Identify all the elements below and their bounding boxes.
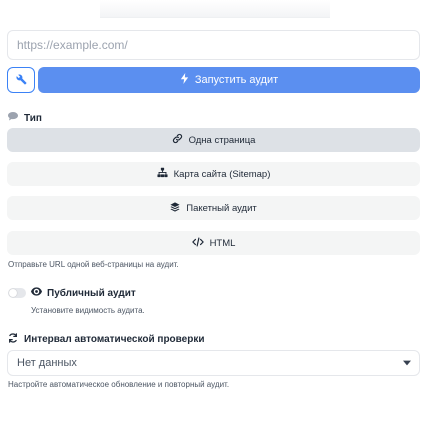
run-audit-label: Запустить аудит	[194, 74, 279, 86]
interval-label: Интервал автоматической проверки	[8, 333, 205, 346]
type-option-single-page[interactable]: Одна страница	[7, 128, 420, 152]
public-audit-hint: Установите видимость аудита.	[31, 306, 145, 315]
public-audit-toggle[interactable]	[8, 288, 26, 298]
type-option-batch[interactable]: Пакетный аудит	[7, 196, 420, 220]
type-option-label: HTML	[209, 237, 236, 249]
type-option-label: Карта сайта (Sitemap)	[173, 168, 271, 180]
type-option-label: Одна страница	[188, 134, 256, 146]
type-hint: Отправьте URL одной веб-страницы на ауди…	[8, 260, 179, 269]
wrench-icon	[15, 73, 27, 88]
comment-icon	[8, 112, 18, 124]
toggle-knob	[9, 289, 17, 297]
interval-select[interactable]: Нет данных	[7, 350, 420, 376]
type-label-text: Тип	[24, 112, 42, 124]
run-audit-button[interactable]: Запустить аудит	[38, 67, 420, 93]
type-section-label: Тип	[8, 112, 42, 124]
interval-hint: Настройте автоматическое обновление и по…	[8, 380, 230, 389]
interval-label-text: Интервал автоматической проверки	[24, 334, 205, 345]
top-fade	[100, 0, 330, 18]
url-input[interactable]	[7, 30, 420, 60]
bolt-icon	[180, 73, 189, 87]
type-option-sitemap[interactable]: Карта сайта (Sitemap)	[7, 162, 420, 186]
code-icon	[191, 237, 204, 250]
caret-down-icon	[403, 357, 411, 369]
link-icon	[172, 133, 183, 147]
public-audit-label-text: Публичный аудит	[47, 287, 136, 299]
sitemap-icon	[157, 167, 168, 181]
settings-tool-button[interactable]	[7, 67, 35, 93]
interval-select-value: Нет данных	[17, 357, 77, 369]
eye-icon	[31, 287, 42, 299]
layers-icon	[170, 201, 180, 215]
public-audit-label: Публичный аудит	[31, 287, 136, 299]
type-option-html[interactable]: HTML	[7, 231, 420, 255]
type-option-label: Пакетный аудит	[186, 202, 257, 214]
refresh-icon	[8, 333, 18, 346]
